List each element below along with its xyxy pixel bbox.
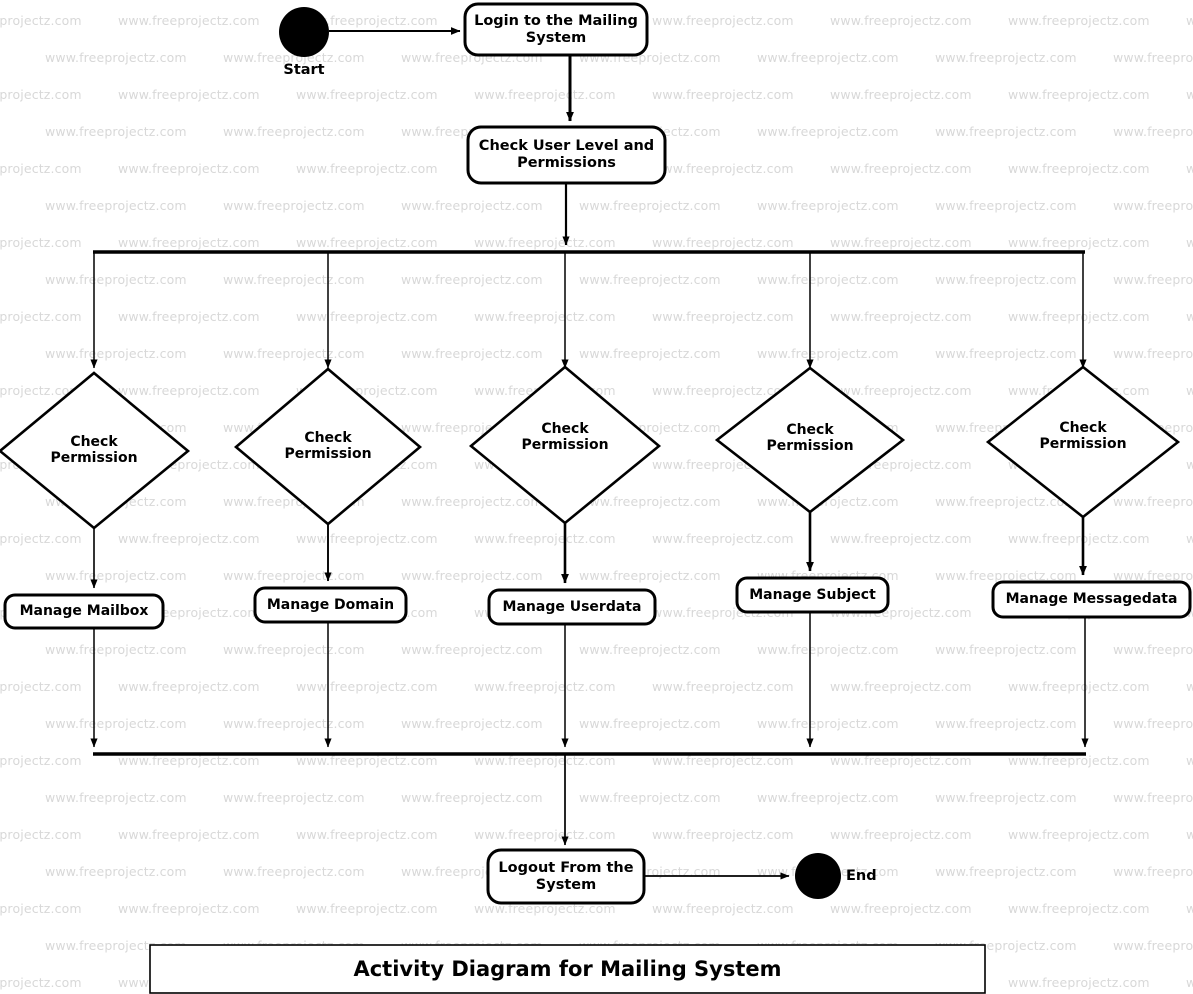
activity-logout-label: Logout From the System	[498, 859, 634, 893]
activity-manage-messagedata-label: Manage Messagedata	[1005, 591, 1178, 608]
decision-check-permission-5-label: Check Permission	[1039, 419, 1127, 452]
decision-check-permission-4-label: Check Permission	[766, 421, 854, 454]
activity-diagram-canvas: www.freeprojectz.comwww.freeprojectz.com…	[0, 0, 1193, 994]
decision-check-permission-2-label: Check Permission	[284, 429, 372, 462]
activity-manage-domain-label: Manage Domain	[266, 596, 395, 613]
activity-manage-subject-label: Manage Subject	[749, 586, 876, 603]
decision-check-permission-3-label: Check Permission	[521, 420, 609, 453]
diagram-title: Activity Diagram for Mailing System	[353, 956, 782, 981]
decision-check-permission-1-label: Check Permission	[50, 433, 138, 466]
start-node-label: Start	[283, 61, 325, 78]
activity-manage-userdata-label: Manage Userdata	[502, 598, 642, 615]
end-node-label: End	[846, 867, 877, 884]
activity-check-user-level-label: Check User Level and Permissions	[478, 138, 655, 171]
start-node	[279, 7, 329, 57]
activity-login-label: Login to the Mailing System	[474, 12, 638, 46]
end-node	[795, 853, 841, 899]
activity-manage-mailbox-label: Manage Mailbox	[19, 603, 149, 620]
